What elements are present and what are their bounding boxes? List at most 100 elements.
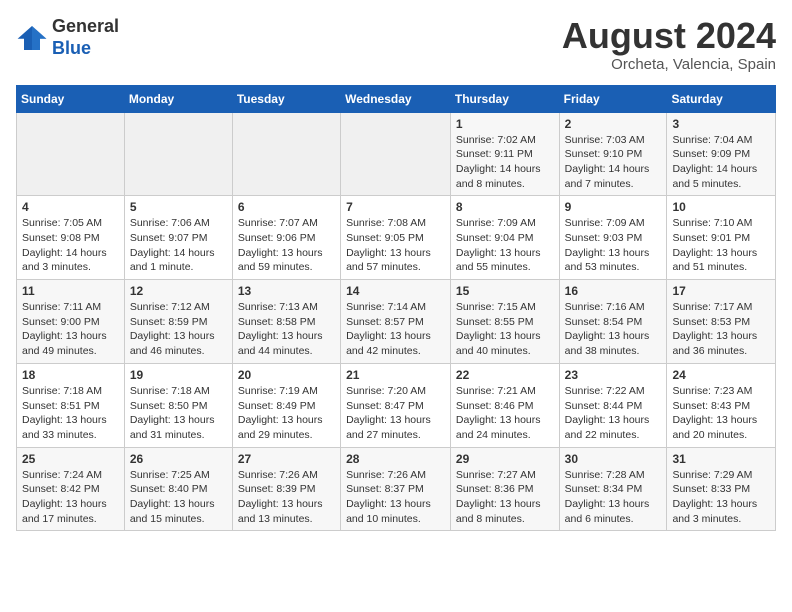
page-header: General Blue August 2024 Orcheta, Valenc… [16,16,776,73]
day-cell: 28Sunrise: 7:26 AM Sunset: 8:37 PM Dayli… [341,447,451,531]
day-number: 20 [238,368,335,382]
logo-blue: Blue [52,38,91,58]
day-info: Sunrise: 7:13 AM Sunset: 8:58 PM Dayligh… [238,300,335,359]
calendar-body: 1 Sunrise: 7:02 AM Sunset: 9:11 PM Daylig… [17,112,776,531]
day-number: 10 [672,200,770,214]
day-info: Sunrise: 7:11 AM Sunset: 9:00 PM Dayligh… [22,300,119,359]
header-cell-sunday: Sunday [17,85,125,112]
day-cell: 27 Sunrise: 7:26 AM Sunset: 8:39 PM Dayli… [232,447,340,531]
day-number: 2 [565,117,662,131]
day-number: 25 [22,452,119,466]
day-number: 9 [565,200,662,214]
day-cell: 4 Sunrise: 7:05 AM Sunset: 9:08 PM Daylig… [17,196,125,280]
day-number: 21 [346,368,445,382]
day-info: Sunrise: 7:29 AM Sunset: 8:33 PM Dayligh… [672,468,770,527]
day-info: Sunrise: 7:27 AM Sunset: 8:36 PM Dayligh… [456,468,554,527]
week-row-5: 25 Sunrise: 7:24 AM Sunset: 8:42 PM Dayli… [17,447,776,531]
day-cell: 23 Sunrise: 7:22 AM Sunset: 8:44 PM Dayli… [559,363,667,447]
header-cell-thursday: Thursday [450,85,559,112]
day-cell: 12Sunrise: 7:12 AM Sunset: 8:59 PM Dayli… [124,280,232,364]
day-number: 23 [565,368,662,382]
day-cell: 13Sunrise: 7:13 AM Sunset: 8:58 PM Dayli… [232,280,340,364]
header-cell-wednesday: Wednesday [341,85,451,112]
day-number: 31 [672,452,770,466]
logo: General Blue [16,16,119,59]
week-row-2: 4 Sunrise: 7:05 AM Sunset: 9:08 PM Daylig… [17,196,776,280]
day-number: 8 [456,200,554,214]
day-number: 11 [22,284,119,298]
logo-general: General [52,16,119,36]
day-cell: 20Sunrise: 7:19 AM Sunset: 8:49 PM Dayli… [232,363,340,447]
day-info: Sunrise: 7:09 AM Sunset: 9:03 PM Dayligh… [565,216,662,275]
day-info: Sunrise: 7:17 AM Sunset: 8:53 PM Dayligh… [672,300,770,359]
day-info: Sunrise: 7:16 AM Sunset: 8:54 PM Dayligh… [565,300,662,359]
day-cell: 17 Sunrise: 7:17 AM Sunset: 8:53 PM Dayli… [667,280,776,364]
week-row-3: 11 Sunrise: 7:11 AM Sunset: 9:00 PM Dayli… [17,280,776,364]
day-cell: 11 Sunrise: 7:11 AM Sunset: 9:00 PM Dayli… [17,280,125,364]
day-number: 1 [456,117,554,131]
day-number: 14 [346,284,445,298]
day-cell: 16 Sunrise: 7:16 AM Sunset: 8:54 PM Dayli… [559,280,667,364]
day-info: Sunrise: 7:15 AM Sunset: 8:55 PM Dayligh… [456,300,554,359]
location: Orcheta, Valencia, Spain [562,56,776,73]
day-info: Sunrise: 7:21 AM Sunset: 8:46 PM Dayligh… [456,384,554,443]
day-number: 22 [456,368,554,382]
logo-icon [16,24,48,52]
day-info: Sunrise: 7:18 AM Sunset: 8:50 PM Dayligh… [130,384,227,443]
day-number: 29 [456,452,554,466]
day-info: Sunrise: 7:23 AM Sunset: 8:43 PM Dayligh… [672,384,770,443]
day-cell: 8Sunrise: 7:09 AM Sunset: 9:04 PM Daylig… [450,196,559,280]
day-number: 12 [130,284,227,298]
day-info: Sunrise: 7:18 AM Sunset: 8:51 PM Dayligh… [22,384,119,443]
day-cell: 7Sunrise: 7:08 AM Sunset: 9:05 PM Daylig… [341,196,451,280]
day-info: Sunrise: 7:14 AM Sunset: 8:57 PM Dayligh… [346,300,445,359]
day-cell: 15 Sunrise: 7:15 AM Sunset: 8:55 PM Dayli… [450,280,559,364]
calendar-header: SundayMondayTuesdayWednesdayThursdayFrid… [17,85,776,112]
day-info: Sunrise: 7:05 AM Sunset: 9:08 PM Dayligh… [22,216,119,275]
day-info: Sunrise: 7:07 AM Sunset: 9:06 PM Dayligh… [238,216,335,275]
day-cell [124,112,232,196]
day-info: Sunrise: 7:08 AM Sunset: 9:05 PM Dayligh… [346,216,445,275]
day-number: 17 [672,284,770,298]
day-info: Sunrise: 7:04 AM Sunset: 9:09 PM Dayligh… [672,133,770,192]
day-cell: 22 Sunrise: 7:21 AM Sunset: 8:46 PM Dayli… [450,363,559,447]
header-cell-friday: Friday [559,85,667,112]
day-number: 4 [22,200,119,214]
day-info: Sunrise: 7:02 AM Sunset: 9:11 PM Dayligh… [456,133,554,192]
month-title: August 2024 [562,16,776,56]
day-info: Sunrise: 7:06 AM Sunset: 9:07 PM Dayligh… [130,216,227,275]
day-cell: 6 Sunrise: 7:07 AM Sunset: 9:06 PM Daylig… [232,196,340,280]
day-cell: 21Sunrise: 7:20 AM Sunset: 8:47 PM Dayli… [341,363,451,447]
day-cell: 5Sunrise: 7:06 AM Sunset: 9:07 PM Daylig… [124,196,232,280]
day-info: Sunrise: 7:26 AM Sunset: 8:39 PM Dayligh… [238,468,335,527]
day-cell: 18Sunrise: 7:18 AM Sunset: 8:51 PM Dayli… [17,363,125,447]
header-cell-tuesday: Tuesday [232,85,340,112]
day-cell: 2 Sunrise: 7:03 AM Sunset: 9:10 PM Daylig… [559,112,667,196]
day-cell: 14 Sunrise: 7:14 AM Sunset: 8:57 PM Dayli… [341,280,451,364]
day-cell: 29 Sunrise: 7:27 AM Sunset: 8:36 PM Dayli… [450,447,559,531]
day-number: 19 [130,368,227,382]
day-info: Sunrise: 7:22 AM Sunset: 8:44 PM Dayligh… [565,384,662,443]
header-cell-saturday: Saturday [667,85,776,112]
day-number: 15 [456,284,554,298]
day-info: Sunrise: 7:10 AM Sunset: 9:01 PM Dayligh… [672,216,770,275]
week-row-4: 18Sunrise: 7:18 AM Sunset: 8:51 PM Dayli… [17,363,776,447]
day-cell: 26Sunrise: 7:25 AM Sunset: 8:40 PM Dayli… [124,447,232,531]
day-cell [341,112,451,196]
day-cell: 24 Sunrise: 7:23 AM Sunset: 8:43 PM Dayli… [667,363,776,447]
day-cell: 31 Sunrise: 7:29 AM Sunset: 8:33 PM Dayli… [667,447,776,531]
calendar-table: SundayMondayTuesdayWednesdayThursdayFrid… [16,85,776,532]
day-cell: 1 Sunrise: 7:02 AM Sunset: 9:11 PM Daylig… [450,112,559,196]
day-number: 26 [130,452,227,466]
day-cell: 9 Sunrise: 7:09 AM Sunset: 9:03 PM Daylig… [559,196,667,280]
day-number: 6 [238,200,335,214]
day-cell: 19 Sunrise: 7:18 AM Sunset: 8:50 PM Dayli… [124,363,232,447]
day-number: 24 [672,368,770,382]
day-info: Sunrise: 7:24 AM Sunset: 8:42 PM Dayligh… [22,468,119,527]
day-number: 16 [565,284,662,298]
header-cell-monday: Monday [124,85,232,112]
day-number: 27 [238,452,335,466]
day-info: Sunrise: 7:03 AM Sunset: 9:10 PM Dayligh… [565,133,662,192]
day-cell: 30Sunrise: 7:28 AM Sunset: 8:34 PM Dayli… [559,447,667,531]
day-cell [232,112,340,196]
